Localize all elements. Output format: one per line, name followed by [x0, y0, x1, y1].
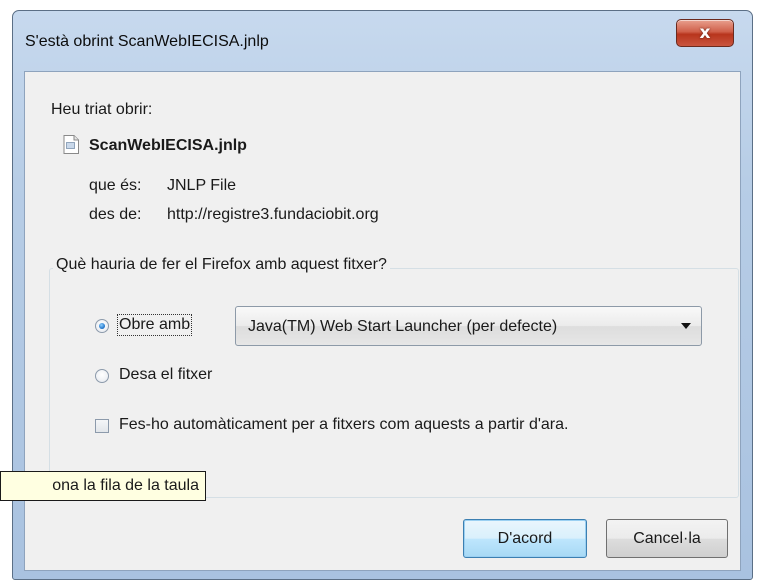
- close-icon: x: [699, 23, 711, 43]
- save-file-label[interactable]: Desa el fitxer: [119, 366, 212, 384]
- application-select-value: Java(TM) Web Start Launcher (per defecte…: [248, 318, 558, 335]
- close-button[interactable]: x: [676, 19, 734, 47]
- auto-action-label[interactable]: Fes-ho automàticament per a fitxers com …: [119, 416, 568, 434]
- tooltip: ona la fila de la taula: [0, 471, 206, 501]
- open-with-label[interactable]: Obre amb: [116, 314, 193, 336]
- title-bar[interactable]: S'està obrint ScanWebIECISA.jnlp x: [13, 11, 752, 71]
- cancel-button[interactable]: Cancel·la: [606, 519, 728, 558]
- auto-action-checkbox[interactable]: [95, 419, 109, 433]
- file-source-label: des de:: [89, 206, 142, 223]
- chevron-down-icon: [681, 323, 691, 329]
- application-select[interactable]: Java(TM) Web Start Launcher (per defecte…: [235, 306, 702, 346]
- action-group-legend: Què hauria de fer el Firefox amb aquest …: [53, 256, 390, 274]
- ok-button[interactable]: D'acord: [463, 519, 587, 558]
- open-with-radio[interactable]: [95, 319, 109, 333]
- file-name: ScanWebIECISA.jnlp: [89, 137, 247, 154]
- window-title: S'està obrint ScanWebIECISA.jnlp: [25, 33, 269, 50]
- intro-label: Heu triat obrir:: [51, 101, 153, 118]
- document-icon: [63, 135, 79, 154]
- cancel-button-label: Cancel·la: [633, 529, 701, 547]
- ok-button-label: D'acord: [497, 529, 553, 547]
- save-file-radio[interactable]: [95, 369, 109, 383]
- tooltip-text: ona la fila de la taula: [52, 477, 199, 494]
- file-type-label: que és:: [89, 177, 142, 194]
- file-type-value: JNLP File: [167, 177, 237, 194]
- file-source-value: http://registre3.fundaciobit.org: [167, 206, 379, 223]
